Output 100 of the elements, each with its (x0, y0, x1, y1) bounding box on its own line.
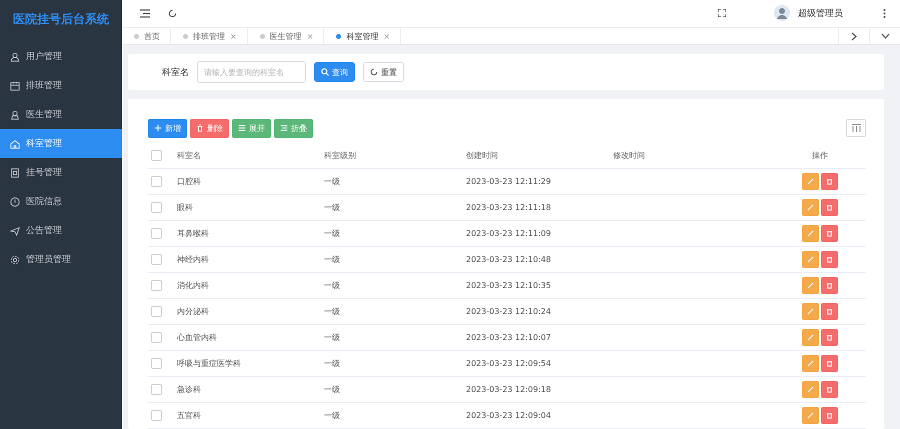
columns-button[interactable] (846, 119, 866, 138)
table-cell: 一级 (324, 410, 340, 420)
row-checkbox[interactable] (151, 280, 162, 291)
edit-button[interactable] (802, 380, 819, 398)
sidebar-item[interactable]: 管理员管理 (0, 245, 122, 274)
delete-button[interactable] (821, 354, 838, 372)
row-checkbox[interactable] (151, 202, 162, 213)
table-cell: 口腔科 (177, 176, 201, 186)
row-checkbox[interactable] (151, 228, 162, 239)
edit-button[interactable] (802, 276, 819, 294)
fullscreen-icon[interactable] (718, 9, 726, 18)
menu-item-icon (10, 254, 20, 264)
trash-icon (826, 386, 833, 393)
trash-icon (826, 412, 833, 419)
trash-icon (196, 124, 204, 132)
add-button[interactable]: 新增 (148, 118, 187, 138)
plus-icon (154, 124, 162, 132)
menu-item-icon (10, 52, 20, 62)
table-cell: 2023-03-23 12:09:54 (466, 358, 551, 368)
edit-button[interactable] (802, 406, 819, 424)
pencil-icon (807, 412, 814, 419)
table-cell: 一级 (324, 306, 340, 316)
table-cell: 消化内科 (177, 280, 209, 290)
list-icon (280, 124, 288, 132)
app-title: 医院挂号后台系统 (12, 11, 110, 28)
edit-button[interactable] (802, 302, 819, 320)
reset-button[interactable]: 重置 (363, 62, 404, 82)
table-cell: 2023-03-23 12:11:18 (466, 202, 551, 212)
trash-icon (826, 282, 833, 289)
table-cell: 一级 (324, 228, 340, 238)
edit-button[interactable] (802, 172, 819, 190)
delete-button[interactable] (821, 302, 838, 320)
trash-icon (826, 230, 833, 237)
table-cell: 呼吸与重症医学科 (177, 358, 241, 368)
pencil-icon (807, 360, 814, 367)
avatar-icon[interactable] (774, 5, 790, 22)
sidebar-item[interactable]: 科室管理 (0, 129, 122, 158)
table-cell: 耳鼻喉科 (177, 228, 209, 238)
sidebar-item[interactable]: 挂号管理 (0, 158, 122, 187)
page-tab[interactable]: 首页 (122, 28, 171, 44)
refresh-icon[interactable] (168, 8, 177, 18)
row-checkbox[interactable] (151, 306, 162, 317)
table-cell: 2023-03-23 12:10:24 (466, 306, 551, 316)
delete-button[interactable] (821, 172, 838, 190)
delete-button[interactable] (821, 224, 838, 242)
chevron-right-icon[interactable] (851, 32, 857, 41)
delete-button[interactable] (821, 198, 838, 216)
delete-button[interactable] (821, 276, 838, 294)
edit-button[interactable] (802, 354, 819, 372)
table-cell: 2023-03-23 12:09:18 (466, 384, 551, 394)
menu-item-icon (10, 168, 20, 178)
delete-button[interactable] (821, 406, 838, 424)
row-checkbox[interactable] (151, 358, 162, 369)
column-header: 修改时间 (612, 144, 774, 168)
search-field[interactable]: 请输入要查询的科室名 (197, 61, 306, 84)
chevron-down-icon[interactable] (880, 33, 890, 40)
column-header: 操作 (774, 144, 866, 168)
row-checkbox[interactable] (151, 384, 162, 395)
page-tab[interactable]: 排班管理 × (171, 28, 248, 44)
sidebar-item[interactable]: 医生管理 (0, 100, 122, 129)
table-cell: 2023-03-23 12:10:35 (466, 280, 551, 290)
table-cell: 一级 (324, 332, 340, 342)
more-icon[interactable] (883, 8, 886, 18)
page-tab[interactable]: 科室管理 × (324, 28, 402, 44)
menu-item-icon (10, 138, 20, 148)
refresh-icon (370, 68, 378, 76)
sidebar-item[interactable]: 医院信息 (0, 187, 122, 216)
row-checkbox[interactable] (151, 254, 162, 265)
menu-item-icon (10, 226, 20, 236)
table-cell: 心血管内科 (177, 332, 217, 342)
list-icon (238, 124, 246, 132)
sidebar-item[interactable]: 排班管理 (0, 71, 122, 100)
row-checkbox[interactable] (151, 176, 162, 187)
column-header: 科室名 (176, 144, 323, 168)
edit-button[interactable] (802, 224, 819, 242)
trash-icon (826, 256, 833, 263)
user-name[interactable]: 超级管理员 (798, 6, 843, 20)
menu-icon[interactable] (140, 8, 150, 18)
column-header: 科室级别 (323, 144, 465, 168)
table-cell: 2023-03-23 12:10:07 (466, 332, 551, 342)
delete-button[interactable] (821, 380, 838, 398)
sidebar-item[interactable]: 用户管理 (0, 42, 122, 71)
pencil-icon (807, 308, 814, 315)
row-checkbox[interactable] (151, 410, 162, 421)
pencil-icon (807, 334, 814, 341)
edit-button[interactable] (802, 250, 819, 268)
trash-icon (826, 178, 833, 185)
edit-button[interactable] (802, 328, 819, 346)
table-cell: 一级 (324, 384, 340, 394)
table-cell: 2023-03-23 12:11:09 (466, 228, 551, 238)
select-all-checkbox[interactable] (151, 150, 162, 162)
page-tab[interactable]: 医生管理 × (248, 28, 324, 44)
delete-button[interactable] (821, 328, 838, 346)
sidebar-item[interactable]: 公告管理 (0, 216, 122, 245)
delete-button[interactable] (821, 250, 838, 268)
table-cell: 眼科 (177, 202, 193, 212)
table-cell: 2023-03-23 12:09:04 (466, 410, 551, 420)
search-button[interactable]: 查询 (314, 62, 355, 82)
edit-button[interactable] (802, 198, 819, 216)
row-checkbox[interactable] (151, 332, 162, 343)
